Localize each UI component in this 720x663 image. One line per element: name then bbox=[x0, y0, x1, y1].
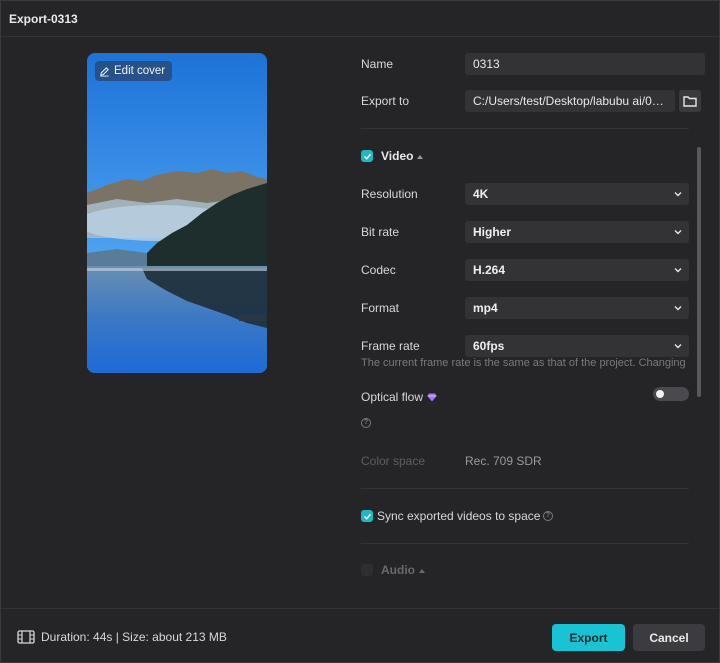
footer: Duration: 44s | Size: about 213 MB Expor… bbox=[1, 608, 719, 662]
resolution-value: 4K bbox=[473, 187, 489, 201]
resolution-label: Resolution bbox=[361, 187, 418, 201]
title-bar: Export-0313 bbox=[1, 1, 719, 37]
audio-section-header[interactable]: Audio bbox=[381, 563, 425, 577]
divider bbox=[361, 128, 689, 129]
format-value: mp4 bbox=[473, 301, 498, 315]
collapse-caret-icon bbox=[417, 154, 424, 159]
scrollbar[interactable] bbox=[697, 147, 701, 397]
help-icon[interactable]: ? bbox=[543, 511, 553, 521]
optical-flow-toggle[interactable] bbox=[653, 387, 689, 401]
duration-size-text: Duration: 44s | Size: about 213 MB bbox=[41, 630, 227, 644]
audio-section-title: Audio bbox=[381, 563, 415, 577]
audio-checkbox[interactable] bbox=[361, 564, 373, 576]
sync-label: Sync exported videos to space bbox=[377, 509, 541, 523]
collapse-caret-icon bbox=[419, 568, 425, 573]
chevron-down-icon bbox=[674, 230, 682, 235]
chevron-down-icon bbox=[674, 268, 682, 273]
video-section-title: Video bbox=[381, 149, 414, 163]
format-label: Format bbox=[361, 301, 400, 315]
chevron-down-icon bbox=[674, 344, 682, 349]
name-input[interactable]: 0313 bbox=[465, 53, 705, 75]
codec-select[interactable]: H.264 bbox=[465, 259, 689, 281]
optical-flow-label: Optical flow bbox=[361, 390, 424, 404]
cover-image bbox=[87, 53, 267, 373]
premium-diamond-icon bbox=[427, 393, 437, 402]
edit-cover-button[interactable]: Edit cover bbox=[95, 61, 173, 81]
export-info: Duration: 44s | Size: about 213 MB bbox=[17, 630, 227, 644]
divider bbox=[361, 543, 689, 544]
browse-folder-button[interactable] bbox=[679, 90, 701, 112]
divider bbox=[361, 488, 689, 489]
help-icon[interactable]: ? bbox=[361, 418, 371, 428]
export-dialog: Export-0313 Edit cover Name 0313 Export … bbox=[0, 0, 720, 663]
bit-rate-label: Bit rate bbox=[361, 225, 400, 239]
frame-rate-select[interactable]: 60fps bbox=[465, 335, 689, 357]
chevron-down-icon bbox=[674, 192, 682, 197]
resolution-select[interactable]: 4K bbox=[465, 183, 689, 205]
bit-rate-value: Higher bbox=[473, 225, 512, 239]
export-to-label: Export to bbox=[361, 94, 410, 108]
dialog-title: Export-0313 bbox=[9, 12, 78, 26]
check-icon bbox=[363, 153, 371, 160]
color-space-value: Rec. 709 SDR bbox=[465, 454, 542, 468]
toggle-knob bbox=[656, 390, 664, 398]
pencil-icon bbox=[100, 66, 109, 77]
name-label: Name bbox=[361, 57, 394, 71]
codec-label: Codec bbox=[361, 263, 396, 277]
color-space-label: Color space bbox=[361, 454, 426, 468]
chevron-down-icon bbox=[674, 306, 682, 311]
cover-preview: Edit cover bbox=[87, 53, 267, 373]
video-section-header[interactable]: Video bbox=[381, 149, 424, 163]
video-checkbox[interactable] bbox=[361, 150, 373, 162]
edit-cover-label: Edit cover bbox=[114, 65, 166, 77]
optical-flow-row: Optical flow bbox=[361, 390, 437, 404]
frame-rate-label: Frame rate bbox=[361, 339, 420, 353]
frame-rate-note: The current frame rate is the same as th… bbox=[361, 357, 686, 369]
export-path-input[interactable]: C:/Users/test/Desktop/labubu ai/0313 bbox=[465, 90, 675, 112]
export-button[interactable]: Export bbox=[552, 624, 625, 651]
codec-value: H.264 bbox=[473, 263, 506, 277]
format-select[interactable]: mp4 bbox=[465, 297, 689, 319]
sync-checkbox[interactable] bbox=[361, 510, 373, 522]
cancel-button[interactable]: Cancel bbox=[633, 624, 705, 651]
check-icon bbox=[363, 513, 371, 520]
film-icon bbox=[17, 630, 35, 644]
folder-icon bbox=[683, 96, 697, 107]
bit-rate-select[interactable]: Higher bbox=[465, 221, 689, 243]
frame-rate-value: 60fps bbox=[473, 339, 505, 353]
